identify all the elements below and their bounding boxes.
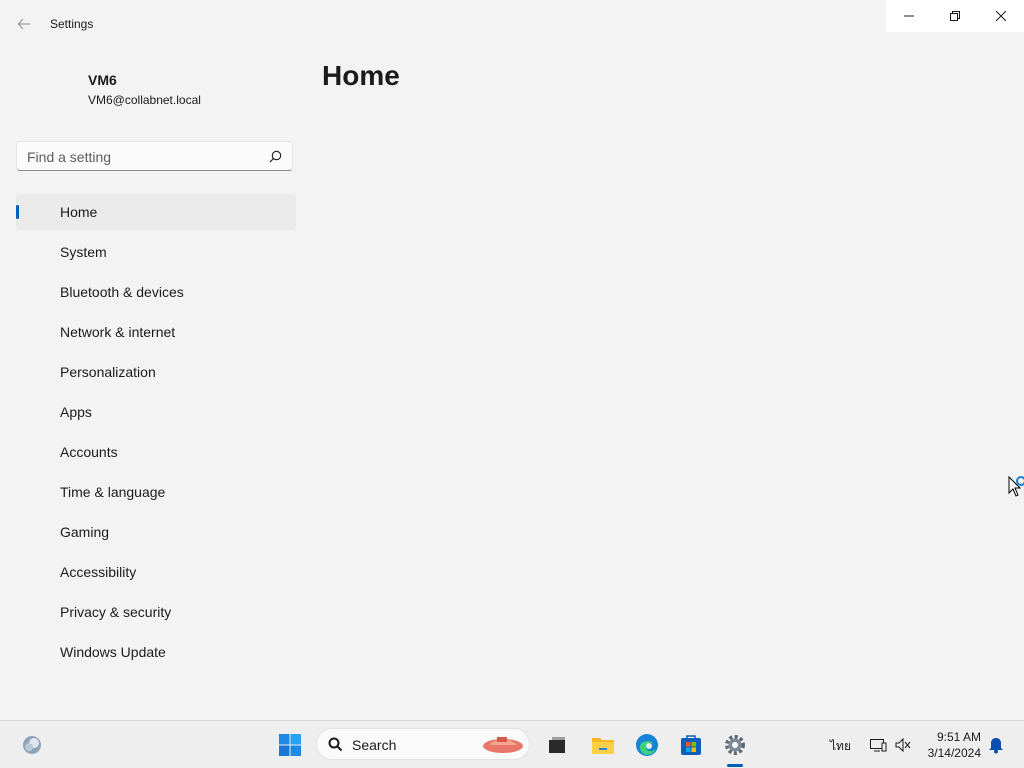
nav-item-accounts[interactable]: Accounts (16, 434, 296, 470)
nav-item-label: Personalization (60, 364, 156, 380)
nav-item-label: Apps (60, 404, 92, 420)
clock-date: 3/14/2024 (927, 746, 981, 760)
app-title: Settings (50, 17, 94, 31)
selection-indicator (16, 205, 19, 219)
close-button[interactable] (978, 0, 1024, 32)
nav-item-network-internet[interactable]: Network & internet (16, 314, 296, 350)
edge-button[interactable] (631, 729, 663, 761)
nav-item-label: Bluetooth & devices (60, 284, 184, 300)
input-language-indicator[interactable]: ไทย (830, 737, 851, 756)
settings-icon (725, 735, 745, 755)
nav-item-privacy-security[interactable]: Privacy & security (16, 594, 296, 630)
back-button[interactable] (12, 12, 36, 36)
search-input[interactable] (17, 142, 269, 172)
nav-item-gaming[interactable]: Gaming (16, 514, 296, 550)
nav-item-label: Accessibility (60, 564, 137, 580)
nav-item-bluetooth-devices[interactable]: Bluetooth & devices (16, 274, 296, 310)
user-name: VM6 (88, 72, 117, 88)
start-icon (279, 734, 301, 756)
search-icon (328, 737, 343, 752)
notification-bell-icon (989, 738, 1003, 754)
clock[interactable]: 9:51 AM 3/14/2024 (928, 729, 981, 761)
search-icon[interactable] (269, 150, 282, 163)
active-app-indicator (727, 764, 743, 767)
page-title: Home (322, 60, 400, 91)
file-explorer-icon (592, 738, 614, 754)
nav-item-label: Accounts (60, 444, 118, 460)
user-email: VM6@collabnet.local (88, 93, 201, 107)
nav-item-time-language[interactable]: Time & language (16, 474, 296, 510)
settings-window: Settings VM6 VM6@collabnet.local Find a … (0, 0, 1024, 720)
edge-icon (636, 734, 658, 756)
clock-time: 9:51 AM (936, 730, 981, 744)
taskbar-search-label: Search (352, 737, 397, 753)
restore-button[interactable] (932, 0, 978, 32)
volume-button[interactable] (887, 729, 919, 761)
nav-item-label: Home (60, 204, 98, 220)
busy-cursor-icon (1008, 476, 1024, 497)
avatar[interactable] (16, 64, 76, 124)
nav-item-label: System (60, 244, 107, 260)
minimize-button[interactable] (886, 0, 932, 32)
nav-item-windows-update[interactable]: Windows Update (16, 634, 296, 670)
network-icon (870, 739, 887, 752)
close-icon (996, 11, 1006, 21)
nav-item-label: Privacy & security (60, 604, 172, 620)
file-explorer-button[interactable] (587, 729, 619, 761)
title-bar: Settings (0, 0, 1024, 48)
search-highlight-icon (483, 737, 523, 753)
store-icon (681, 735, 701, 755)
start-button[interactable] (274, 729, 306, 761)
taskbar-search[interactable]: Search (316, 728, 530, 760)
nav-item-label: Network & internet (60, 324, 176, 340)
nav-item-label: Time & language (60, 484, 166, 500)
store-button[interactable] (675, 729, 707, 761)
widgets-icon (23, 736, 41, 754)
nav-item-label: Gaming (60, 524, 110, 540)
nav-item-system[interactable]: System (16, 234, 296, 270)
taskbar: Search ไทย 9:51 AM 3/14/2024 (0, 720, 1024, 768)
volume-muted-icon (895, 737, 911, 753)
back-arrow-icon (17, 18, 30, 30)
notifications-button[interactable] (980, 729, 1012, 761)
task-view-icon (549, 737, 565, 753)
nav-item-accessibility[interactable]: Accessibility (16, 554, 296, 590)
user-info: VM6 VM6@collabnet.local (88, 72, 201, 107)
widgets-button[interactable] (16, 729, 48, 761)
navigation-pane: Home System Bluetooth & devices Network … (16, 194, 296, 674)
nav-item-apps[interactable]: Apps (16, 394, 296, 430)
nav-item-personalization[interactable]: Personalization (16, 354, 296, 390)
settings-taskbar-button[interactable] (719, 729, 751, 761)
search-box[interactable] (16, 141, 293, 172)
task-view-button[interactable] (541, 729, 573, 761)
minimize-icon (904, 15, 914, 17)
nav-item-label: Windows Update (60, 644, 166, 660)
restore-icon (950, 11, 960, 21)
nav-item-home[interactable]: Home (16, 194, 296, 230)
window-controls (886, 0, 1024, 32)
